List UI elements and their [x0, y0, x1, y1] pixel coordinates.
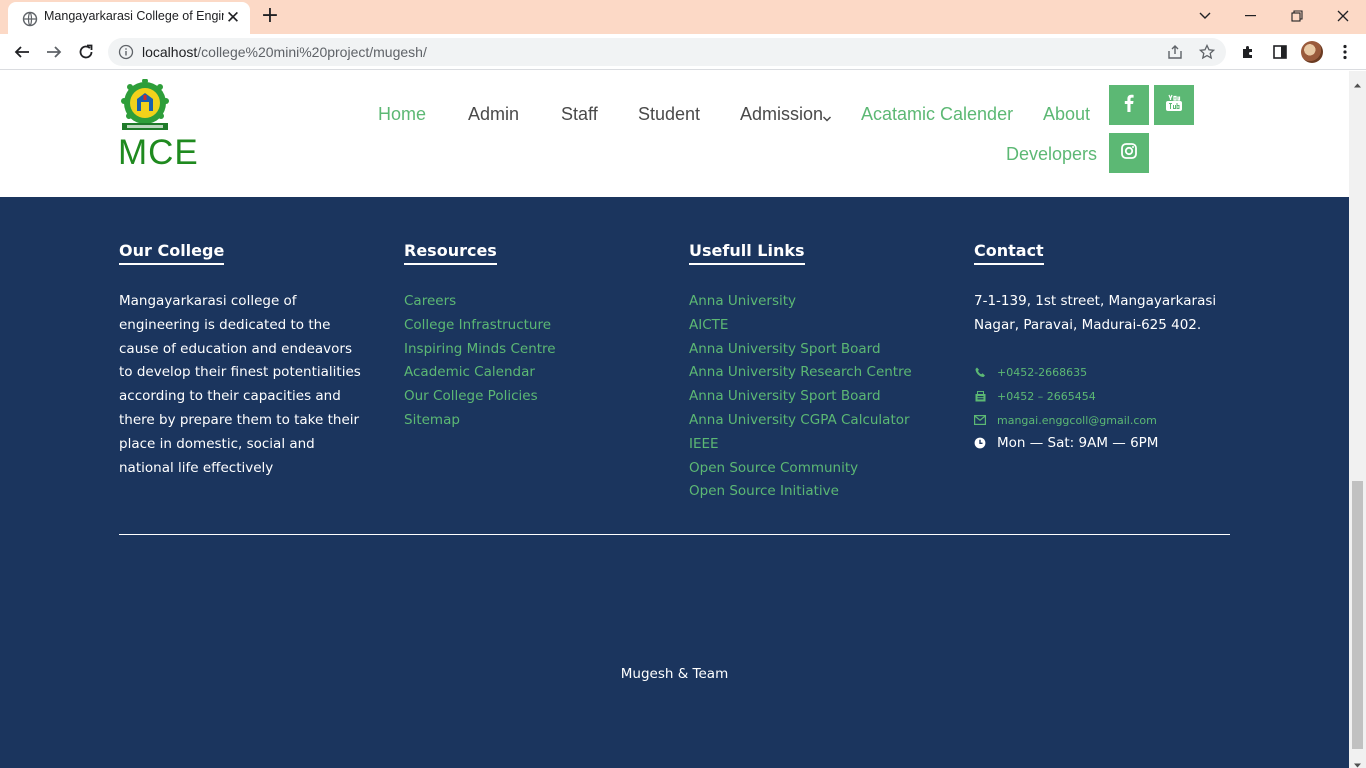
- youtube-icon: [1165, 94, 1183, 116]
- useful-link-ieee[interactable]: IEEE: [689, 433, 912, 457]
- browser-tabstrip: Mangayarkarasi College of Engineering ✕ …: [0, 0, 1366, 34]
- our-college-text: Mangayarkarasi college of engineering is…: [119, 293, 361, 476]
- phone-icon: [974, 366, 986, 378]
- resources-link-careers[interactable]: Careers: [404, 290, 556, 314]
- our-college-heading: Our College: [119, 241, 225, 265]
- envelope-icon: [974, 414, 986, 426]
- scrollbar-thumb[interactable]: [1352, 481, 1363, 749]
- browser-toolbar: localhost/college%20mini%20project/muges…: [0, 34, 1366, 70]
- url-text[interactable]: localhost/college%20mini%20project/muges…: [142, 44, 427, 60]
- instagram-button[interactable]: [1109, 133, 1149, 173]
- contact-email[interactable]: mangai.enggcoll@gmail.com: [997, 414, 1157, 427]
- fax-icon: [974, 390, 986, 402]
- tab-title: Mangayarkarasi College of Engineering: [44, 9, 224, 23]
- url-host: localhost: [142, 44, 198, 60]
- college-emblem-logo[interactable]: [119, 78, 171, 131]
- back-icon[interactable]: [9, 39, 35, 65]
- site-logo-text[interactable]: MCE: [118, 133, 199, 173]
- nav-about[interactable]: About: [1043, 104, 1090, 125]
- profile-avatar[interactable]: [1301, 41, 1323, 63]
- useful-link-open-source-community[interactable]: Open Source Community: [689, 457, 912, 481]
- facebook-button[interactable]: [1109, 85, 1149, 125]
- extensions-icon[interactable]: [1237, 41, 1259, 63]
- contact-address: 7-1-139, 1st street, Mangayarkarasi Naga…: [974, 293, 1217, 333]
- chevron-down-icon[interactable]: [822, 109, 832, 122]
- contact-email-row[interactable]: mangai.enggcoll@gmail.com: [974, 411, 1157, 429]
- resources-heading: Resources: [404, 241, 497, 265]
- useful-link-sport-board-2[interactable]: Anna University Sport Board: [689, 385, 912, 409]
- address-bar[interactable]: localhost/college%20mini%20project/muges…: [108, 38, 1226, 66]
- scroll-down-arrow-icon[interactable]: [1353, 755, 1362, 768]
- resources-link-sitemap[interactable]: Sitemap: [404, 409, 556, 433]
- useful-link-sport-board[interactable]: Anna University Sport Board: [689, 338, 912, 362]
- footer-divider: [119, 534, 1230, 535]
- minimize-icon[interactable]: [1236, 5, 1266, 27]
- resources-link-academic-calendar[interactable]: Academic Calendar: [404, 361, 556, 385]
- forward-icon[interactable]: [41, 39, 67, 65]
- site-info-icon[interactable]: [118, 44, 134, 60]
- contact-fax-row[interactable]: +0452 – 2665454: [974, 387, 1096, 405]
- contact-phone-row[interactable]: +0452-2668635: [974, 363, 1087, 381]
- useful-link-research-centre[interactable]: Anna University Research Centre: [689, 361, 912, 385]
- nav-admission[interactable]: Admission: [740, 104, 823, 125]
- globe-icon: [22, 11, 38, 27]
- tab-close-icon[interactable]: ✕: [224, 8, 242, 28]
- nav-staff[interactable]: Staff: [561, 104, 598, 125]
- url-path: /college%20mini%20project/mugesh/: [197, 44, 427, 60]
- nav-student[interactable]: Student: [638, 104, 700, 125]
- reload-icon[interactable]: [73, 39, 99, 65]
- browser-tab[interactable]: Mangayarkarasi College of Engineering ✕: [8, 2, 250, 34]
- window-close-icon[interactable]: [1328, 5, 1358, 27]
- restore-icon[interactable]: [1282, 5, 1312, 27]
- page-scrollbar[interactable]: [1349, 71, 1366, 768]
- facebook-icon: [1124, 94, 1134, 116]
- nav-academic-calendar[interactable]: Acatamic Calender: [861, 104, 1013, 125]
- share-icon[interactable]: [1166, 43, 1184, 61]
- bookmark-star-icon[interactable]: [1198, 43, 1216, 61]
- nav-admin[interactable]: Admin: [468, 104, 519, 125]
- resources-link-inspiring-minds[interactable]: Inspiring Minds Centre: [404, 338, 556, 362]
- useful-link-aicte[interactable]: AICTE: [689, 314, 912, 338]
- nav-developers[interactable]: Developers: [1006, 144, 1097, 165]
- site-footer: Our College Mangayarkarasi college of en…: [0, 197, 1349, 768]
- instagram-icon: [1121, 143, 1137, 163]
- side-panel-icon[interactable]: [1269, 41, 1291, 63]
- site-header: MCE Home Admin Staff Student Admission A…: [0, 71, 1349, 197]
- resources-link-infrastructure[interactable]: College Infrastructure: [404, 314, 556, 338]
- useful-link-anna-university[interactable]: Anna University: [689, 290, 912, 314]
- resources-link-policies[interactable]: Our College Policies: [404, 385, 556, 409]
- contact-hours: Mon — Sat: 9AM — 6PM: [997, 435, 1159, 451]
- footer-credit: Mugesh & Team: [620, 666, 729, 682]
- contact-fax[interactable]: +0452 – 2665454: [997, 390, 1096, 403]
- useful-links-list: Anna University AICTE Anna University Sp…: [689, 290, 912, 504]
- menu-kebab-icon[interactable]: [1334, 41, 1356, 63]
- useful-links-heading: Usefull Links: [689, 241, 805, 265]
- tab-search-chevron-icon[interactable]: [1190, 5, 1220, 27]
- useful-link-open-source-initiative[interactable]: Open Source Initiative: [689, 480, 912, 504]
- clock-icon: [974, 437, 986, 449]
- youtube-button[interactable]: [1154, 85, 1194, 125]
- contact-phone[interactable]: +0452-2668635: [997, 366, 1087, 379]
- page-viewport: MCE Home Admin Staff Student Admission A…: [0, 71, 1349, 768]
- useful-link-cgpa-calculator[interactable]: Anna University CGPA Calculator: [689, 409, 912, 433]
- new-tab-button[interactable]: +: [258, 3, 282, 29]
- contact-heading: Contact: [974, 241, 1044, 265]
- resources-list: Careers College Infrastructure Inspiring…: [404, 290, 556, 433]
- nav-home[interactable]: Home: [378, 104, 426, 125]
- contact-hours-row: Mon — Sat: 9AM — 6PM: [974, 434, 1158, 452]
- scroll-up-arrow-icon[interactable]: [1353, 75, 1362, 88]
